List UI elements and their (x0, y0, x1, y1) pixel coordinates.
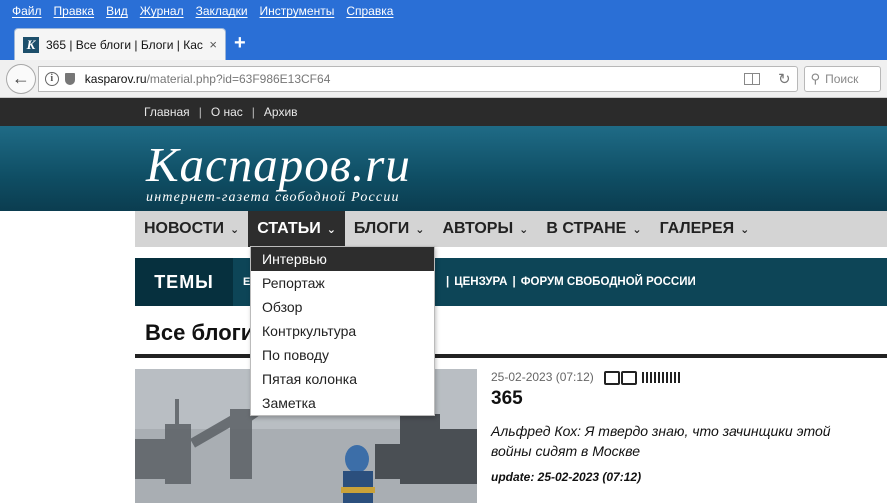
link-archive[interactable]: Архив (264, 105, 298, 119)
link-home[interactable]: Главная (144, 105, 190, 119)
theme-forum[interactable]: ФОРУМ СВОБОДНОЙ РОССИИ (521, 276, 696, 288)
rating-bars-icon (641, 371, 680, 383)
theme-links: | ЦЕНЗУРА | ФОРУМ СВОБОДНОЙ РОССИИ (441, 276, 696, 288)
site-slogan: интернет-газета свободной России (146, 190, 400, 205)
menu-help[interactable]: Справка (340, 4, 399, 18)
glasses-icon (603, 371, 637, 385)
search-input[interactable]: ⚲ Поиск (803, 65, 881, 92)
menu-history[interactable]: Журнал (134, 4, 190, 18)
menu-bookmarks[interactable]: Закладки (190, 4, 254, 18)
article-meta: 25-02-2023 (07:12) (491, 370, 680, 385)
separator: | (446, 276, 450, 288)
nav-news-label: НОВОСТИ (144, 220, 225, 237)
chevron-down-icon: ⌄ (519, 223, 529, 236)
chevron-down-icon: ⌄ (415, 223, 425, 236)
dropdown-item-counterculture[interactable]: Контркультура (251, 319, 434, 343)
article-date: 25-02-2023 (07:12) (491, 370, 594, 384)
top-links: Главная | О нас | Архив (0, 98, 887, 126)
link-about[interactable]: О нас (211, 105, 243, 119)
new-tab-button[interactable]: + (234, 32, 246, 55)
nav-authors[interactable]: АВТОРЫ ⌄ (433, 211, 537, 247)
menu-file[interactable]: Файл (6, 4, 48, 18)
url-path: /material.php?id=63F986E13CF64 (146, 71, 331, 86)
chevron-down-icon: ⌄ (632, 223, 642, 236)
themes-bar: ТЕМЫ Е | ЦЕНЗУРА | ФОРУМ СВОБОДНОЙ РОССИИ (135, 258, 887, 306)
menu-bar: Файл Правка Вид Журнал Закладки Инструме… (0, 0, 887, 22)
chevron-down-icon: ⌄ (326, 223, 336, 236)
chevron-down-icon: ⌄ (740, 223, 750, 236)
nav-country[interactable]: В СТРАНЕ ⌄ (537, 211, 650, 247)
shield-icon[interactable] (64, 72, 75, 85)
main-nav: НОВОСТИ ⌄ СТАТЬИ ⌄ БЛОГИ ⌄ АВТОРЫ ⌄ В СТРАНЕ… (135, 211, 887, 247)
nav-blogs[interactable]: БЛОГИ ⌄ (345, 211, 434, 247)
nav-articles[interactable]: СТАТЬИ ⌄ (248, 211, 345, 247)
dropdown-item-occasion[interactable]: По поводу (251, 343, 434, 367)
nav-authors-label: АВТОРЫ (442, 220, 514, 237)
address-bar[interactable]: i kasparov.ru/material.php?id=63F986E13C… (37, 65, 798, 92)
dropdown-item-report[interactable]: Репортаж (251, 271, 434, 295)
chevron-down-icon: ⌄ (230, 223, 240, 236)
articles-dropdown-menu: Интервью Репортаж Обзор Контркультура По… (250, 246, 435, 416)
nav-gallery-label: ГАЛЕРЕЯ (659, 220, 735, 237)
browser-tab[interactable]: K 365 | Все блоги | Блоги | Кас... × (14, 28, 226, 60)
back-button[interactable]: ← (6, 63, 36, 94)
search-placeholder: Поиск (825, 71, 859, 86)
arrow-left-icon: ← (11, 68, 30, 88)
site-favicon-icon: K (23, 36, 39, 53)
url-host: kasparov.ru (84, 71, 147, 86)
menu-edit[interactable]: Правка (48, 4, 101, 18)
reader-view-icon[interactable] (743, 72, 760, 85)
menu-tools[interactable]: Инструменты (254, 4, 341, 18)
dropdown-item-review[interactable]: Обзор (251, 295, 434, 319)
page-content: Главная | О нас | Архив Каспаров.ru инте… (0, 98, 887, 503)
nav-blogs-label: БЛОГИ (353, 220, 410, 237)
site-header: Каспаров.ru интернет-газета свободной Ро… (0, 126, 887, 211)
article-update: update: 25-02-2023 (07:12) (491, 470, 642, 484)
separator: | (251, 105, 255, 119)
reload-icon[interactable]: ↻ (778, 70, 791, 88)
separator: | (198, 105, 202, 119)
info-icon[interactable]: i (44, 71, 59, 86)
navigation-bar: ← i kasparov.ru/material.php?id=63F986E1… (0, 60, 887, 98)
close-tab-icon[interactable]: × (209, 37, 217, 52)
nav-country-label: В СТРАНЕ (546, 220, 627, 237)
menu-view[interactable]: Вид (100, 4, 134, 18)
dropdown-item-fifth-column[interactable]: Пятая колонка (251, 367, 434, 391)
dropdown-item-note[interactable]: Заметка (251, 391, 434, 415)
tab-strip: K 365 | Все блоги | Блоги | Кас... × + (0, 22, 887, 60)
nav-gallery[interactable]: ГАЛЕРЕЯ ⌄ (651, 211, 759, 247)
themes-label: ТЕМЫ (135, 258, 233, 306)
tab-title: 365 | Все блоги | Блоги | Кас... (46, 37, 204, 52)
article-title[interactable]: 365 (491, 388, 523, 410)
article-lead[interactable]: Альфред Кох: Я твердо знаю, что зачинщик… (491, 421, 861, 461)
site-logo[interactable]: Каспаров.ru (146, 136, 411, 193)
search-icon: ⚲ (810, 70, 821, 86)
page-title: Все блоги (145, 320, 255, 345)
nav-articles-label: СТАТЬИ (257, 220, 321, 237)
divider (135, 354, 887, 358)
theme-censorship[interactable]: ЦЕНЗУРА (454, 276, 507, 288)
nav-news[interactable]: НОВОСТИ ⌄ (135, 211, 248, 247)
dropdown-item-interview[interactable]: Интервью (251, 247, 434, 271)
separator: | (512, 276, 516, 288)
